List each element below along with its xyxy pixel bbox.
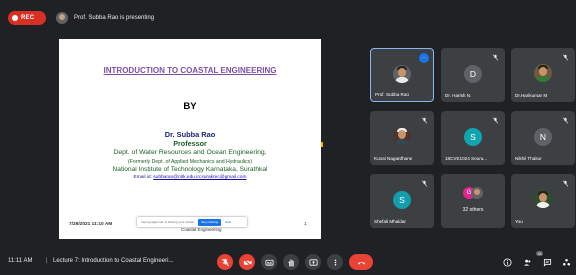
slide-email-label: Email id: bbox=[133, 175, 152, 180]
raise-hand-button[interactable] bbox=[283, 254, 299, 270]
meeting-separator: | bbox=[46, 258, 48, 264]
slide-page-number: 1 bbox=[304, 222, 307, 227]
participant-name: Shefali Mhaldar bbox=[374, 219, 406, 224]
hide-banner-button[interactable]: Hide bbox=[225, 220, 231, 224]
mic-toggle-button[interactable] bbox=[217, 254, 233, 270]
activities-icon[interactable] bbox=[562, 258, 571, 267]
shared-screen: INTRODUCTION TO COASTAL ENGINEERING BY D… bbox=[59, 39, 321, 239]
others-count: 32 others bbox=[462, 207, 484, 213]
present-screen-icon bbox=[308, 258, 318, 266]
recording-label: REC bbox=[21, 15, 35, 21]
slide-formerly: (Formerly Dept. of Applied Mechanics and… bbox=[128, 159, 252, 165]
people-icon[interactable] bbox=[523, 258, 532, 267]
participant-name: Kunal Nagardhane bbox=[374, 156, 413, 161]
slide-email-link[interactable]: subbarao@nitk.edu.in;surakrec@gmail.com bbox=[153, 175, 246, 180]
top-bar: REC Prof. Subba Rao is presenting bbox=[0, 0, 576, 30]
slide-presenter-name: Dr. Subba Rao bbox=[164, 130, 216, 139]
mic-off-icon bbox=[221, 258, 229, 266]
participant-tile[interactable]: ⋯ Prof. Subba Rao bbox=[370, 48, 434, 102]
mic-off-icon bbox=[562, 54, 569, 61]
raise-hand-icon bbox=[287, 258, 294, 267]
slide-date: 7/29/2021 11:10 AM bbox=[69, 222, 113, 227]
info-icon[interactable] bbox=[503, 258, 512, 267]
chat-icon[interactable] bbox=[543, 258, 552, 267]
participant-avatar: D bbox=[464, 65, 482, 83]
recording-indicator[interactable]: REC bbox=[8, 11, 46, 25]
participant-photo bbox=[534, 64, 552, 82]
participant-photo bbox=[534, 190, 552, 208]
slide-by: BY bbox=[183, 101, 197, 112]
participant-name: Prof. Subba Rao bbox=[375, 92, 409, 97]
captions-icon bbox=[264, 259, 274, 266]
more-options-icon[interactable]: ⋯ bbox=[419, 53, 429, 63]
present-button[interactable] bbox=[305, 254, 321, 270]
participant-tile[interactable]: D Dr. Harish N. bbox=[441, 48, 505, 102]
record-dot-icon bbox=[12, 15, 18, 21]
slide-title: INTRODUCTION TO COASTAL ENGINEERING bbox=[103, 66, 277, 75]
stop-sharing-button[interactable]: Stop sharing bbox=[198, 218, 222, 226]
mic-off-icon bbox=[562, 180, 569, 187]
end-call-button[interactable] bbox=[349, 254, 373, 270]
participant-tile[interactable]: Kunal Nagardhane bbox=[370, 111, 434, 165]
mic-off-icon bbox=[421, 117, 428, 124]
mic-off-icon bbox=[562, 117, 569, 124]
end-call-icon bbox=[357, 261, 365, 264]
slide-email: Email id: subbarao@nitk.edu.in;surakrec@… bbox=[59, 175, 321, 180]
share-banner-text: meet.google.com is sharing your screen bbox=[141, 220, 195, 224]
participant-count-badge: 41 bbox=[536, 251, 544, 256]
slide-institute: National Institute of Technology Karnata… bbox=[112, 166, 268, 173]
meeting-time: 11:11 AM bbox=[8, 258, 33, 264]
slide-presenter-role: Professor bbox=[173, 139, 207, 148]
others-avatar-photo bbox=[471, 187, 483, 199]
presenting-text: Prof. Subba Rao is presenting bbox=[74, 15, 155, 21]
presenting-banner: Prof. Subba Rao is presenting bbox=[56, 11, 154, 25]
participant-name: You bbox=[515, 219, 523, 224]
bottom-bar: 11:11 AM | Lecture 7: Introduction to Co… bbox=[0, 247, 576, 275]
meet-window: REC Prof. Subba Rao is presenting INTROD… bbox=[0, 0, 576, 275]
participant-tile[interactable]: S 18CVE1024 Soura... bbox=[441, 111, 505, 165]
more-options-button[interactable] bbox=[327, 254, 343, 270]
participant-name: Nikhil Thakur bbox=[515, 156, 542, 161]
screen-share-banner: meet.google.com is sharing your screen S… bbox=[137, 217, 247, 227]
participant-avatar: N bbox=[534, 128, 552, 146]
presenter-avatar bbox=[56, 12, 68, 24]
slide-department: Dept. of Water Resources and Ocean Engin… bbox=[113, 149, 267, 156]
participant-tile[interactable]: Dr.Harikumar M bbox=[511, 48, 575, 102]
participant-name: Dr. Harish N. bbox=[445, 93, 472, 98]
camera-toggle-button[interactable] bbox=[239, 254, 255, 270]
participant-tile[interactable]: N Nikhil Thakur bbox=[511, 111, 575, 165]
self-tile[interactable]: You bbox=[511, 174, 575, 228]
mic-off-icon bbox=[492, 117, 499, 124]
participant-name: Dr.Harikumar M bbox=[515, 93, 548, 98]
others-avatars: G bbox=[463, 187, 483, 201]
camera-off-icon bbox=[243, 258, 252, 266]
participant-avatar: S bbox=[464, 128, 482, 146]
participant-photo bbox=[393, 127, 411, 145]
participant-tile[interactable]: S Shefali Mhaldar bbox=[370, 174, 434, 228]
slide-footer: Coastal Engineering bbox=[181, 227, 222, 232]
captions-button[interactable] bbox=[261, 254, 277, 270]
participant-avatar: S bbox=[393, 191, 411, 209]
mic-off-icon bbox=[421, 180, 428, 187]
speaking-indicator bbox=[321, 142, 323, 147]
meeting-title: Lecture 7: Introduction to Coastal Engin… bbox=[53, 258, 174, 264]
more-options-icon bbox=[334, 258, 336, 266]
participant-photo bbox=[393, 65, 411, 83]
others-tile[interactable]: G 32 others bbox=[441, 174, 505, 228]
mic-off-icon bbox=[492, 54, 499, 61]
participant-name: 18CVE1024 Soura... bbox=[445, 156, 488, 161]
